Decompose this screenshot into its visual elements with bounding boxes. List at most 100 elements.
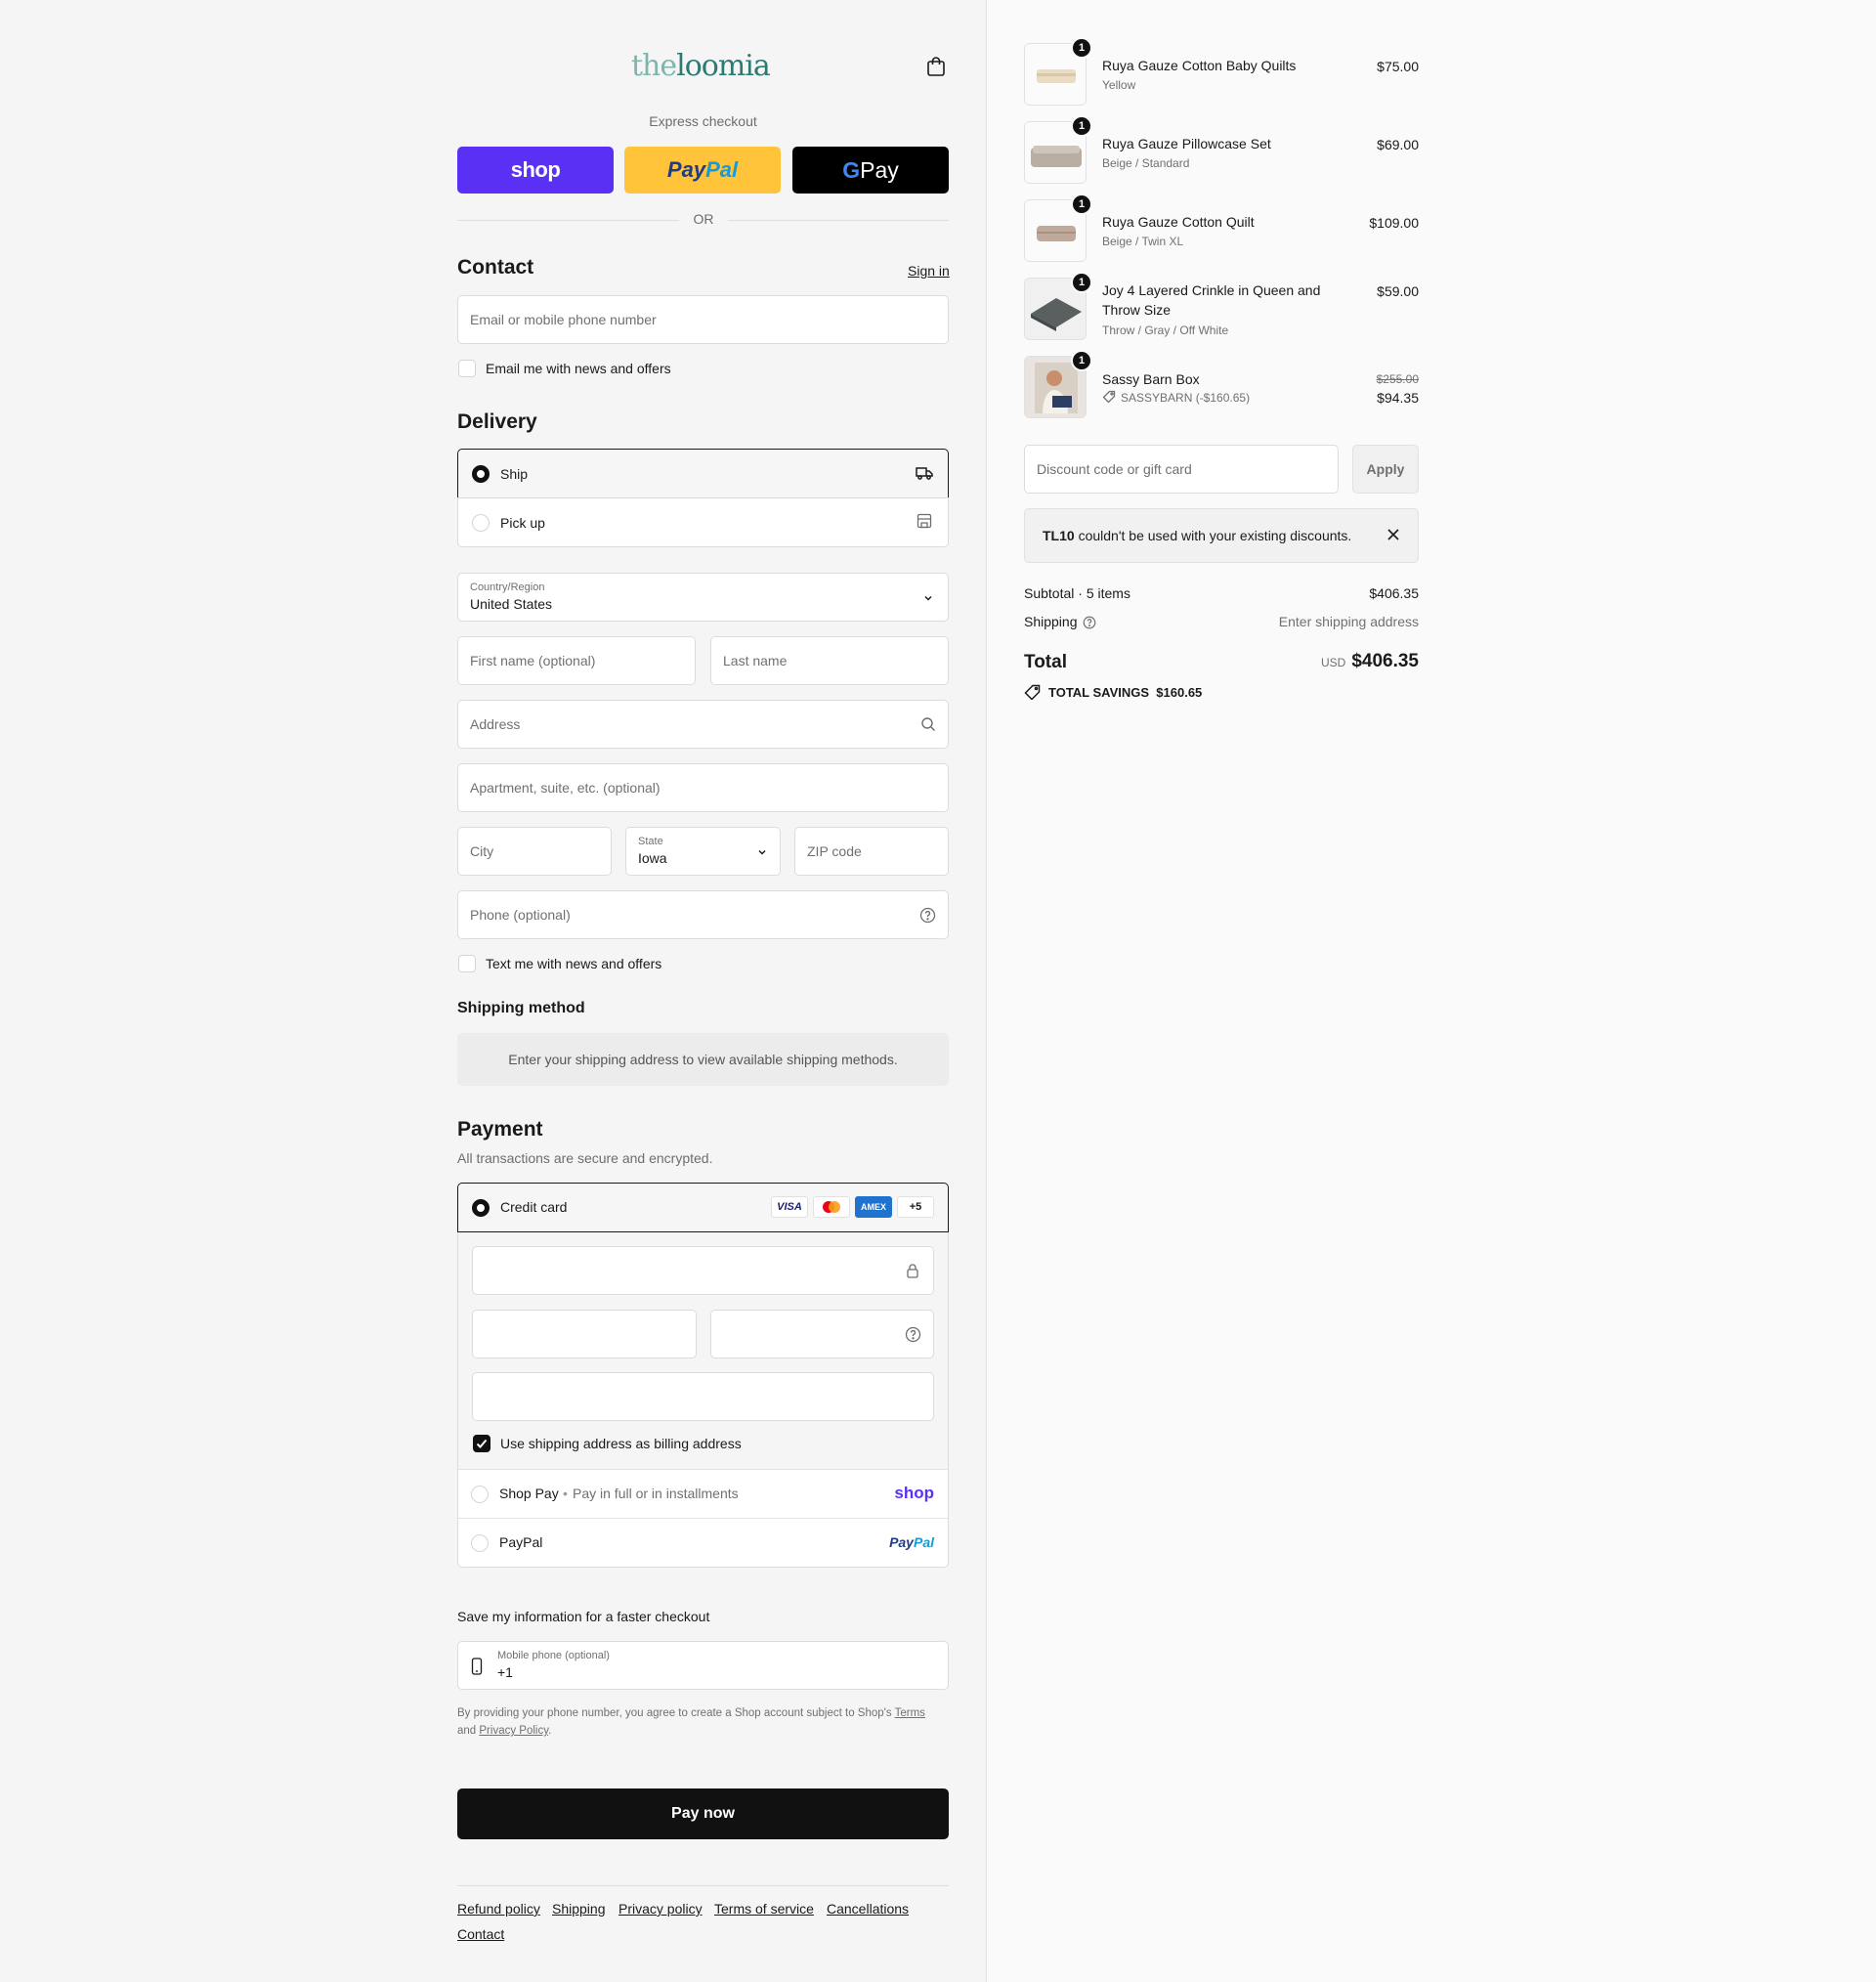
original-price: $255.00 xyxy=(1376,372,1419,386)
disclaimer-period: . xyxy=(548,1725,552,1737)
email-news-label: Email me with news and offers xyxy=(486,361,671,376)
alert-code: TL10 xyxy=(1043,528,1075,543)
product-variant: Yellow xyxy=(1102,78,1136,92)
refund-policy-link[interactable]: Refund policy xyxy=(457,1901,540,1917)
zip-field[interactable]: ZIP code xyxy=(794,827,949,876)
product-variant: Throw / Gray / Off White xyxy=(1102,323,1229,337)
paypal-option[interactable]: PayPal PayPal xyxy=(458,1518,948,1567)
shipping-policy-link[interactable]: Shipping xyxy=(552,1901,606,1917)
apply-discount-button[interactable]: Apply xyxy=(1352,445,1419,494)
savings-value: $160.65 xyxy=(1156,685,1203,700)
email-placeholder: Email or mobile phone number xyxy=(470,312,657,327)
state-select[interactable]: State Iowa xyxy=(625,827,781,876)
card-form: Use shipping address as billing address xyxy=(458,1232,948,1469)
contact-link[interactable]: Contact xyxy=(457,1926,504,1942)
credit-card-option[interactable]: Credit card VISA AMEX +5 xyxy=(457,1183,949,1232)
terms-of-service-link[interactable]: Terms of service xyxy=(714,1901,814,1917)
paypal-logo: PayPal xyxy=(889,1534,934,1550)
cart-item: 1 Ruya Gauze Cotton Baby Quilts Yellow $… xyxy=(1024,37,1419,108)
shop-pay-express-button[interactable]: shop xyxy=(457,147,614,194)
first-name-field[interactable]: First name (optional) xyxy=(457,636,696,685)
google-pay-express-button[interactable]: G Pay xyxy=(792,147,949,194)
express-checkout-title: Express checkout xyxy=(649,113,757,129)
save-info-heading: Save my information for a faster checkou… xyxy=(457,1609,710,1624)
email-news-checkbox[interactable] xyxy=(458,360,476,377)
dot-separator: • xyxy=(563,1486,568,1501)
cart-item: 1 Ruya Gauze Cotton Quilt Beige / Twin X… xyxy=(1024,194,1419,264)
text-news-checkbox[interactable] xyxy=(458,955,476,972)
product-name: Ruya Gauze Pillowcase Set xyxy=(1102,136,1271,151)
mastercard-icon xyxy=(813,1196,850,1218)
pay-now-button[interactable]: Pay now xyxy=(457,1788,949,1839)
city-placeholder: City xyxy=(470,843,494,859)
shop-terms-link[interactable]: Terms xyxy=(895,1707,925,1719)
pickup-label: Pick up xyxy=(500,515,545,531)
ship-label: Ship xyxy=(500,466,529,482)
credit-card-radio[interactable] xyxy=(472,1199,490,1217)
brand-logo[interactable]: theloomia xyxy=(631,49,778,88)
email-field[interactable]: Email or mobile phone number xyxy=(457,295,949,344)
chevron-down-icon xyxy=(922,591,934,609)
amex-icon: AMEX xyxy=(855,1196,892,1218)
help-icon[interactable] xyxy=(905,1326,921,1348)
product-price: $109.00 xyxy=(1369,215,1419,231)
cart-item: 1 Sassy Barn Box SASSYBARN (-$160.65) $2… xyxy=(1024,350,1419,424)
total-label: Total xyxy=(1024,652,1067,672)
divider-right xyxy=(728,220,949,221)
country-label: Country/Region xyxy=(470,582,545,593)
discount-placeholder: Discount code or gift card xyxy=(1037,461,1192,477)
payment-subtitle: All transactions are secure and encrypte… xyxy=(457,1150,713,1166)
ship-radio[interactable] xyxy=(472,465,490,483)
cancellations-link[interactable]: Cancellations xyxy=(827,1901,909,1917)
security-code-field[interactable] xyxy=(710,1310,934,1358)
shipping-value: Enter shipping address xyxy=(1278,614,1419,629)
amex-text: AMEX xyxy=(860,1202,886,1212)
quantity-badge: 1 xyxy=(1071,115,1092,137)
subtotal-value: $406.35 xyxy=(1369,585,1419,601)
last-name-field[interactable]: Last name xyxy=(710,636,949,685)
phone-field[interactable]: Phone (optional) xyxy=(457,890,949,939)
shipping-method-notice: Enter your shipping address to view avai… xyxy=(457,1033,949,1086)
shop-account-disclaimer: By providing your phone number, you agre… xyxy=(457,1704,949,1740)
shopping-bag-icon[interactable] xyxy=(924,55,948,78)
logo-part-b: loomia xyxy=(676,49,771,83)
country-select[interactable]: Country/Region United States xyxy=(457,573,949,622)
cart-item: 1 Joy 4 Layered Crinkle in Queen and Thr… xyxy=(1024,272,1419,346)
gpay-label: Pay xyxy=(860,156,899,183)
divider-left xyxy=(457,220,679,221)
shop-privacy-link[interactable]: Privacy Policy xyxy=(479,1725,548,1737)
country-value: United States xyxy=(470,596,553,612)
apartment-field[interactable]: Apartment, suite, etc. (optional) xyxy=(457,763,949,812)
paypal-express-button[interactable]: Pay Pal xyxy=(624,147,781,194)
discount-code-field[interactable]: Discount code or gift card xyxy=(1024,445,1339,494)
close-icon[interactable] xyxy=(1386,528,1400,546)
privacy-policy-link[interactable]: Privacy policy xyxy=(618,1901,703,1917)
help-icon[interactable] xyxy=(1083,616,1096,634)
billing-same-checkbox[interactable] xyxy=(473,1435,490,1452)
name-on-card-field[interactable] xyxy=(472,1372,934,1421)
pickup-radio[interactable] xyxy=(472,514,490,532)
mobile-phone-field[interactable]: Mobile phone (optional) +1 xyxy=(457,1641,949,1690)
mobile-value: +1 xyxy=(497,1664,513,1680)
address-field[interactable]: Address xyxy=(457,700,949,749)
more-cards-text: +5 xyxy=(909,1201,922,1213)
shop-logo: shop xyxy=(510,157,561,182)
pickup-option[interactable]: Pick up xyxy=(457,497,949,547)
shop-pay-radio[interactable] xyxy=(471,1486,489,1503)
disclaimer-and: and xyxy=(457,1725,477,1737)
total-value: $406.35 xyxy=(1351,651,1419,671)
paypal-radio[interactable] xyxy=(471,1534,489,1552)
sign-in-link[interactable]: Sign in xyxy=(908,263,950,279)
savings-label: TOTAL SAVINGS xyxy=(1048,685,1150,700)
ship-option[interactable]: Ship xyxy=(457,449,949,498)
payment-heading: Payment xyxy=(457,1118,543,1141)
search-icon xyxy=(920,716,936,737)
help-icon[interactable] xyxy=(919,907,936,928)
paypal-logo-b: Pal xyxy=(913,1534,934,1550)
shop-pay-sublabel: Pay in full or in installments xyxy=(573,1486,739,1501)
shop-pay-option[interactable]: Shop Pay • Pay in full or in installment… xyxy=(458,1469,948,1518)
discount-tag-icon xyxy=(1102,390,1116,409)
card-number-field[interactable] xyxy=(472,1246,934,1295)
city-field[interactable]: City xyxy=(457,827,612,876)
expiry-field[interactable] xyxy=(472,1310,697,1358)
